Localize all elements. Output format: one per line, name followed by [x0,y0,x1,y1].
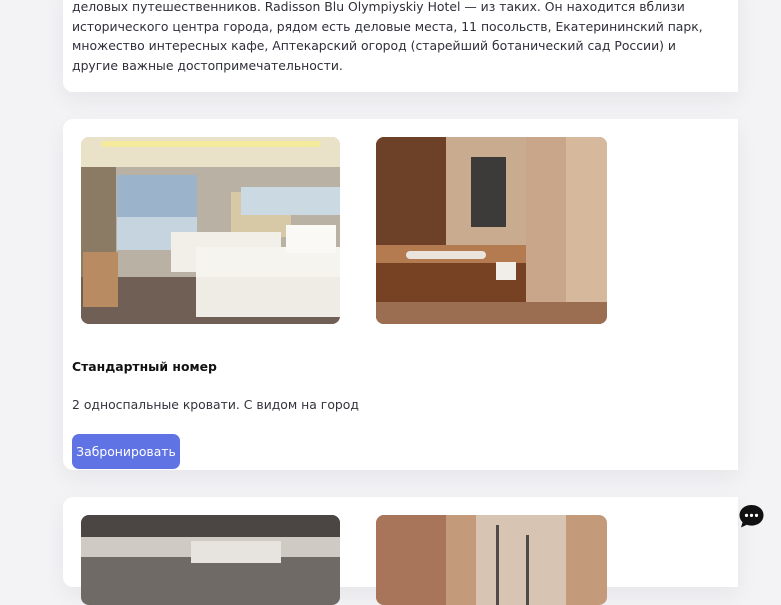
hotel-description: деловых путешественников. Radisson Blu O… [72,0,703,73]
room-ceiling-photo[interactable] [81,515,340,605]
room-info: 2 односпальные кровати. С видом на город [72,397,359,412]
bathroom-photo[interactable] [376,137,607,324]
book-button[interactable]: Забронировать [72,434,180,469]
next-room-card [63,497,738,605]
hotel-description-card: деловых путешественников. Radisson Blu O… [63,0,738,92]
chat-bubble-icon [739,505,764,528]
chat-button[interactable] [738,503,765,530]
room-title: Стандартный номер [72,359,217,374]
room-glass-door-photo[interactable] [376,515,607,605]
bedroom-photo[interactable] [81,137,340,324]
room-card: Стандартный номер 2 односпальные кровати… [63,119,738,470]
